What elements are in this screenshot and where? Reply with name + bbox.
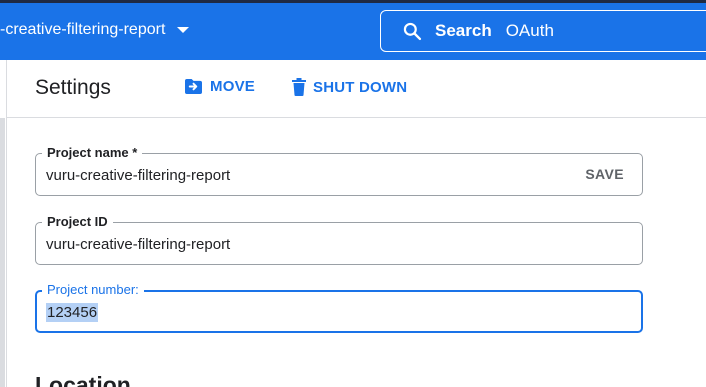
project-number-field[interactable]: Project number: 123456 — [35, 282, 643, 333]
browser-edge — [0, 0, 706, 3]
side-panel-scrollbar[interactable] — [0, 60, 7, 387]
move-icon — [185, 78, 202, 95]
search-box[interactable]: Search — [380, 10, 706, 52]
project-id-field: Project ID — [35, 214, 643, 265]
caret-down-icon — [177, 27, 190, 33]
save-button[interactable]: SAVE — [585, 166, 624, 182]
search-icon — [401, 20, 423, 42]
move-button-label: MOVE — [210, 78, 255, 95]
search-label: Search — [435, 21, 492, 40]
search-input[interactable] — [505, 21, 666, 41]
project-number-value[interactable]: 123456 — [46, 301, 99, 323]
project-number-label: Project number: — [42, 282, 144, 298]
project-name-input[interactable] — [46, 164, 566, 186]
scrollbar-thumb[interactable] — [0, 118, 5, 387]
trash-icon — [292, 78, 306, 96]
project-id-label: Project ID — [42, 214, 113, 230]
page-header: Settings MOVE SHUT DOWN — [0, 60, 706, 118]
move-button[interactable]: MOVE — [184, 78, 255, 95]
project-id-input[interactable] — [46, 233, 566, 255]
project-number-selected-text: 123456 — [46, 302, 99, 322]
shut-down-button-label: SHUT DOWN — [313, 78, 408, 96]
page-title: Settings — [35, 76, 111, 99]
project-name-field[interactable]: Project name * SAVE — [35, 145, 643, 196]
location-heading: Location — [35, 372, 131, 387]
project-picker[interactable]: -creative-filtering-report — [0, 12, 190, 48]
project-name-label: Project name * — [42, 145, 143, 161]
top-app-bar: -creative-filtering-report Search — [0, 0, 706, 60]
shut-down-button[interactable]: SHUT DOWN — [292, 78, 407, 96]
project-picker-label: -creative-filtering-report — [0, 21, 166, 38]
